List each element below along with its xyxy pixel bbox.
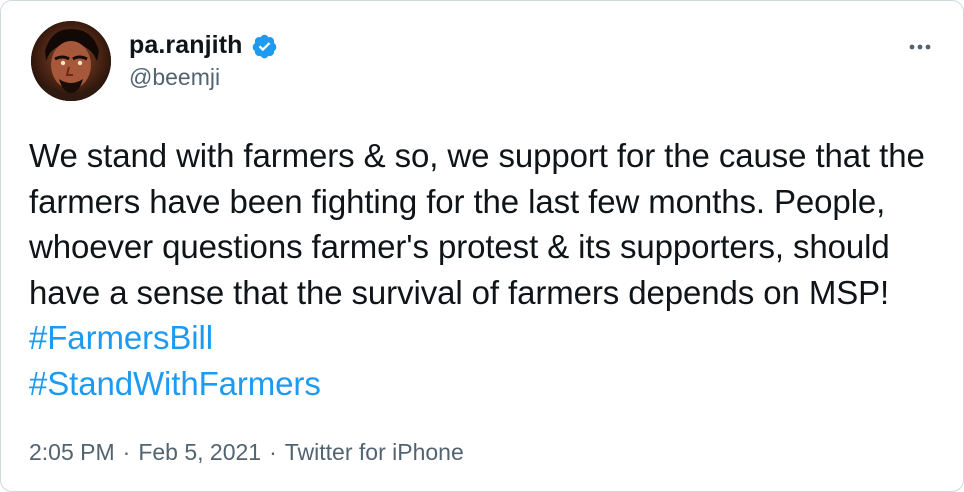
verified-badge-icon — [251, 33, 278, 60]
tweet-metadata: 2:05 PM · Feb 5, 2021 · Twitter for iPho… — [29, 439, 464, 466]
display-name[interactable]: pa.ranjith — [129, 31, 243, 60]
more-options-icon[interactable] — [905, 37, 935, 57]
tweet-text: We stand with farmers & so, we support f… — [29, 133, 939, 406]
tweet-date[interactable]: Feb 5, 2021 — [138, 439, 261, 466]
avatar[interactable] — [31, 21, 111, 101]
avatar-image — [31, 21, 111, 101]
tweet-time[interactable]: 2:05 PM — [29, 439, 115, 466]
hashtag-farmersbill-link[interactable]: #FarmersBill — [29, 319, 213, 356]
tweet-source[interactable]: Twitter for iPhone — [285, 439, 464, 466]
user-handle[interactable]: @beemji — [129, 64, 220, 91]
meta-separator: · — [269, 439, 277, 465]
meta-separator: · — [122, 439, 131, 465]
tweet-card: pa.ranjith @beemji We stand with farmers… — [0, 0, 964, 492]
name-row: pa.ranjith — [129, 31, 278, 60]
tweet-body: We stand with farmers & so, we support f… — [29, 137, 925, 311]
hashtag-standwithfarmers-link[interactable]: #StandWithFarmers — [29, 365, 321, 402]
